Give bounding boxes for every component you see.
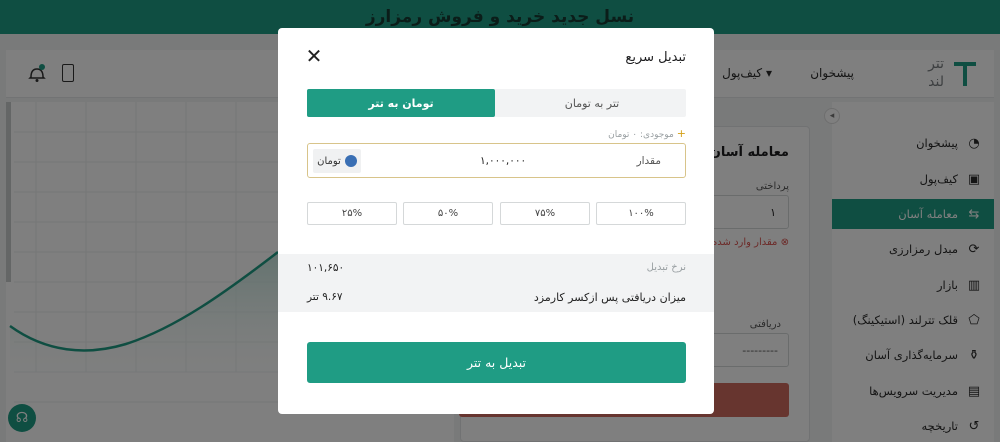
convert-to-tether-button[interactable]: تبدیل به تتر: [307, 342, 686, 383]
amount-value: ۱,۰۰۰,۰۰۰: [480, 155, 527, 167]
net-receive-value: ۹.۶۷ تتر: [307, 291, 343, 303]
percent-50-button[interactable]: ۵۰%: [403, 202, 493, 225]
rate-value: ۱۰۱,۶۵۰: [307, 262, 345, 274]
percent-100-button[interactable]: ۱۰۰%: [596, 202, 686, 225]
direction-tabs: تومان به تتر تتر به تومان: [307, 89, 686, 117]
currency-selector[interactable]: تومان: [313, 149, 361, 173]
net-receive-label: میزان دریافتی پس ازکسر کارمزد: [533, 291, 686, 304]
rate-label: نرخ تبدیل: [646, 262, 686, 273]
percent-25-button[interactable]: ۲۵%: [307, 202, 397, 225]
balance-text: موجودی: ۰ تومان: [608, 130, 674, 140]
toman-coin-icon: [344, 155, 357, 167]
amount-input[interactable]: مقدار ۱,۰۰۰,۰۰۰ تومان: [307, 143, 686, 178]
quick-convert-modal: تبدیل سریع ✕ تومان به تتر تتر به تومان +…: [278, 28, 714, 414]
currency-label: تومان: [317, 155, 341, 167]
tab-tether-to-toman[interactable]: تتر به تومان: [498, 89, 686, 117]
conversion-info: نرخ تبدیل ۱۰۱,۶۵۰ میزان دریافتی پس ازکسر…: [278, 254, 714, 312]
balance-line[interactable]: +موجودی: ۰ تومان: [608, 127, 686, 140]
tab-toman-to-tether[interactable]: تومان به تتر: [307, 89, 495, 117]
add-balance-icon[interactable]: +: [677, 127, 686, 140]
amount-label: مقدار: [636, 155, 661, 167]
modal-title: تبدیل سریع: [625, 50, 686, 65]
close-icon[interactable]: ✕: [304, 46, 324, 66]
percent-75-button[interactable]: ۷۵%: [500, 202, 590, 225]
percent-buttons: ۲۵% ۵۰% ۷۵% ۱۰۰%: [307, 202, 686, 225]
